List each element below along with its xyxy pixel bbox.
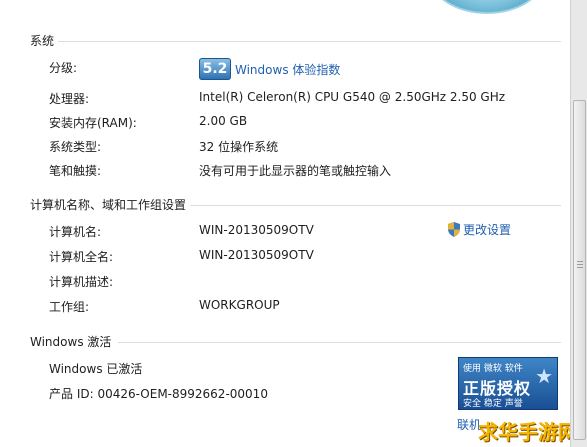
workgroup-label: 工作组: (49, 300, 90, 314)
experience-index-rating[interactable]: 5.2 Windows 体验指数 (199, 58, 340, 80)
system-section-title: 系统 (30, 34, 55, 48)
experience-index-link[interactable]: Windows 体验指数 (235, 61, 340, 78)
computer-name-value: WIN-20130509OTV (199, 223, 314, 237)
section-divider (58, 41, 561, 42)
windows-logo-icon (430, 0, 544, 14)
vertical-scrollbar[interactable] (570, 0, 587, 447)
ram-value: 2.00 GB (199, 114, 248, 128)
genuine-badge-bottom-text: 安全 稳定 声誉 (463, 399, 523, 409)
pen-touch-value: 没有可用于此显示器的笔或触控输入 (199, 164, 392, 178)
activation-status: Windows 已激活 (49, 362, 143, 376)
workgroup-value: WORKGROUP (199, 298, 280, 312)
scrollbar-thumb[interactable] (573, 100, 586, 440)
activation-section-title: Windows 激活 (30, 335, 112, 349)
computer-description-label: 计算机描述: (49, 275, 114, 289)
site-watermark: 求华手游网 (478, 420, 578, 444)
scrollbar-grip (577, 261, 583, 262)
computer-name-label: 计算机名: (49, 225, 102, 239)
change-settings-link[interactable]: 更改设置 (447, 221, 511, 238)
system-type-value: 32 位操作系统 (199, 140, 279, 154)
genuine-microsoft-badge[interactable]: 使用 微软 软件 正版授权 安全 稳定 声誉 ★ (458, 357, 558, 410)
system-properties-panel: 系统 分级: 5.2 Windows 体验指数 处理器: Intel(R) Ce… (0, 0, 578, 447)
scrollbar-grip (577, 267, 583, 268)
processor-value: Intel(R) Celeron(R) CPU G540 @ 2.50GHz 2… (199, 90, 506, 104)
product-id: 产品 ID: 00426-OEM-8992662-00010 (49, 387, 268, 401)
scrollbar-grip (577, 264, 583, 265)
section-divider (118, 342, 561, 343)
rating-label: 分级: (49, 61, 78, 75)
genuine-badge-top-text: 使用 微软 软件 (463, 364, 523, 374)
rating-score-badge[interactable]: 5.2 (199, 58, 231, 80)
change-settings-label[interactable]: 更改设置 (463, 221, 511, 238)
pen-touch-label: 笔和触摸: (49, 164, 102, 178)
uac-shield-icon (448, 222, 460, 237)
section-divider (190, 205, 561, 206)
computer-fullname-value: WIN-20130509OTV (199, 248, 314, 262)
computer-fullname-label: 计算机全名: (49, 250, 114, 264)
ram-label: 安装内存(RAM): (49, 116, 137, 130)
processor-label: 处理器: (49, 92, 90, 106)
computer-section-title: 计算机名称、域和工作组设置 (30, 198, 187, 212)
windows-flag-icon: ★ (535, 364, 553, 388)
system-type-label: 系统类型: (49, 140, 102, 154)
